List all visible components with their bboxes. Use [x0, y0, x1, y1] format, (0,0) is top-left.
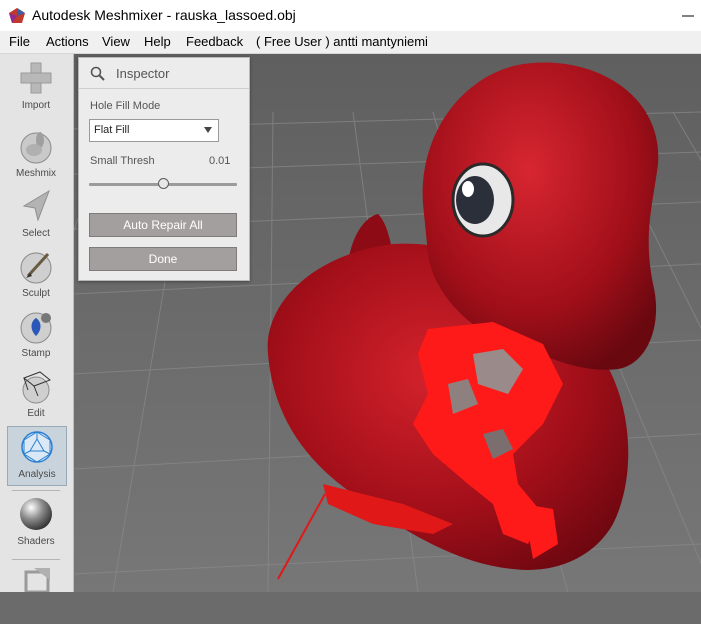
tool-edit[interactable]: Edit	[7, 366, 65, 424]
small-thresh-label: Small Thresh	[90, 155, 155, 167]
menu-file[interactable]: File	[9, 34, 30, 49]
toolbar-divider	[12, 490, 60, 491]
chevron-down-icon	[204, 127, 212, 133]
duck-eye	[451, 162, 515, 238]
meshmixer-app-icon	[9, 8, 25, 23]
menu-actions[interactable]: Actions	[46, 34, 89, 49]
tool-sculpt[interactable]: Sculpt	[7, 246, 65, 304]
inspector-header: Inspector	[79, 58, 249, 89]
tool-label-edit: Edit	[27, 408, 45, 419]
tool-label-sculpt: Sculpt	[22, 288, 50, 299]
done-button[interactable]: Done	[89, 247, 237, 271]
tool-export[interactable]	[7, 566, 65, 624]
plus-icon	[20, 62, 52, 94]
small-thresh-value: 0.01	[209, 155, 231, 167]
tool-label-analysis: Analysis	[18, 469, 56, 480]
menu-feedback[interactable]: Feedback	[186, 34, 243, 49]
tool-label-import: Import	[21, 100, 51, 111]
tool-label-select: Select	[22, 228, 50, 239]
inspector-title: Inspector	[116, 66, 170, 81]
tool-shaders[interactable]: Shaders	[7, 494, 65, 552]
hole-fill-mode-select[interactable]: Flat Fill	[89, 119, 219, 142]
tool-select[interactable]: Select	[7, 186, 65, 244]
bunny-sphere-icon	[20, 132, 52, 164]
title-bar: Autodesk Meshmixer - rauska_lassoed.obj	[0, 0, 701, 31]
tool-label-meshmix: Meshmix	[15, 168, 56, 179]
stamp-sphere-icon	[20, 312, 52, 344]
hole-fill-mode-value: Flat Fill	[94, 124, 130, 136]
menu-view[interactable]: View	[102, 34, 130, 49]
window-title: Autodesk Meshmixer - rauska_lassoed.obj	[32, 7, 296, 23]
search-icon	[90, 66, 105, 81]
tool-label-stamp: Stamp	[21, 348, 51, 359]
tool-analysis[interactable]: Analysis	[7, 426, 67, 486]
tool-label-shaders: Shaders	[17, 536, 55, 547]
toolbar-divider-2	[12, 559, 60, 560]
hole-fill-mode-label: Hole Fill Mode	[90, 100, 161, 112]
main-toolbar: Import Meshmix Select Sculpt Stamp Edit …	[0, 54, 74, 592]
export-icon	[24, 568, 50, 592]
inspector-panel: Inspector Hole Fill Mode Flat Fill Small…	[78, 57, 250, 281]
geodesic-sphere-icon	[21, 431, 53, 463]
brush-sphere-icon	[20, 252, 52, 284]
tool-meshmix[interactable]: Meshmix	[7, 126, 65, 184]
minimize-icon[interactable]	[674, 8, 701, 24]
auto-repair-all-button[interactable]: Auto Repair All	[89, 213, 237, 237]
chrome-sphere-icon	[20, 498, 52, 530]
arrow-cursor-icon	[22, 189, 50, 222]
menu-bar: File Actions View Help Feedback ( Free U…	[0, 31, 701, 54]
menu-help[interactable]: Help	[144, 34, 171, 49]
small-thresh-slider-thumb[interactable]	[157, 178, 169, 189]
user-status: ( Free User ) antti mantyniemi	[256, 34, 428, 49]
tool-stamp[interactable]: Stamp	[7, 306, 65, 364]
tool-import[interactable]: Import	[7, 58, 65, 116]
wire-cube-sphere-icon	[22, 371, 51, 404]
